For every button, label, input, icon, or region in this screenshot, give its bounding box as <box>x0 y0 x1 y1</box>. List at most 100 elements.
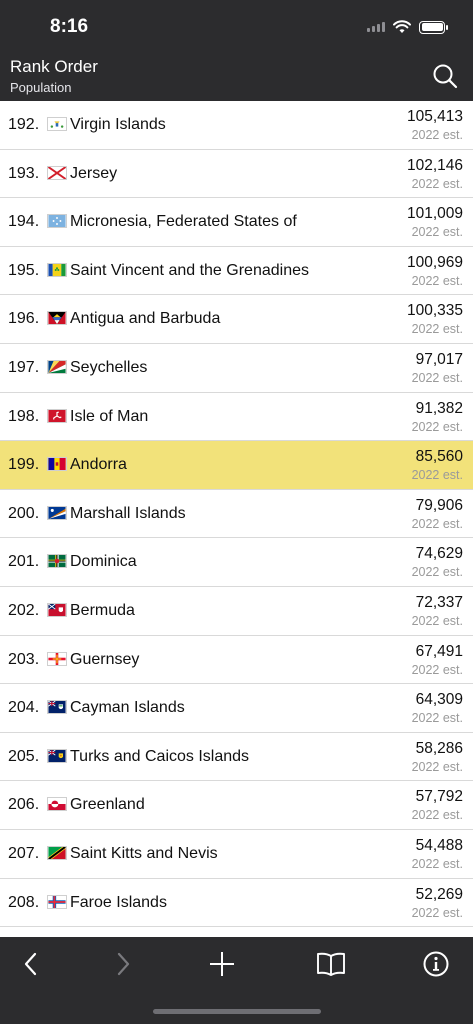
top-bar: 8:16 Rank Order Population <box>0 0 473 101</box>
rank-number: 207. <box>8 844 40 862</box>
estimate-label: 2022 est. <box>411 759 463 774</box>
signal-icon <box>367 22 385 32</box>
flag-antigua-icon <box>47 311 67 326</box>
estimate-label: 2022 est. <box>411 516 463 531</box>
estimate-label: 2022 est. <box>411 662 463 677</box>
flag-marshall-islands-icon <box>47 505 67 520</box>
list-item[interactable]: 208. Faroe Islands 52,269 2022 est. <box>0 879 473 928</box>
country-name: Micronesia, Federated States of <box>70 213 297 231</box>
population-value: 67,491 <box>415 642 463 660</box>
info-icon[interactable] <box>421 949 451 979</box>
country-name: Virgin Islands <box>70 116 166 133</box>
estimate-label: 2022 est. <box>411 322 463 337</box>
list-item[interactable]: 192. Virgin Islands 105,413 2022 est. <box>0 101 473 150</box>
chevron-right-icon[interactable] <box>108 949 138 979</box>
rank-number: 203. <box>8 650 40 668</box>
rank-number: 194. <box>8 213 40 231</box>
population-value: 102,146 <box>406 156 463 174</box>
estimate-label: 2022 est. <box>411 856 463 871</box>
estimate-label: 2022 est. <box>411 128 463 142</box>
rank-number: 200. <box>8 504 40 522</box>
estimate-label: 2022 est. <box>411 419 463 434</box>
list-item[interactable]: 203. Guernsey 67,491 2022 est. <box>0 636 473 685</box>
country-name: Saint Kitts and Nevis <box>70 844 218 862</box>
rank-number: 192. <box>8 116 40 133</box>
estimate-label: 2022 est. <box>411 225 463 240</box>
rank-number: 196. <box>8 310 40 328</box>
flag-virgin-islands-icon <box>47 117 67 131</box>
country-name: Bermuda <box>70 601 135 619</box>
population-value: 52,269 <box>415 885 463 903</box>
search-icon[interactable] <box>431 62 459 90</box>
country-name: Greenland <box>70 796 145 814</box>
population-value: 72,337 <box>415 593 463 611</box>
population-value: 57,792 <box>415 788 463 806</box>
rank-number: 208. <box>8 893 40 911</box>
flag-dominica-icon <box>47 554 67 569</box>
list-item[interactable]: 193. Jersey 102,146 2022 est. <box>0 150 473 199</box>
flag-guernsey-icon <box>47 651 67 666</box>
estimate-label: 2022 est. <box>411 273 463 288</box>
status-icons <box>367 18 448 36</box>
list-item[interactable]: 207. Saint Kitts and Nevis 54,488 2022 e… <box>0 830 473 879</box>
flag-andorra-icon <box>47 457 67 472</box>
estimate-label: 2022 est. <box>411 613 463 628</box>
rank-list: 192. Virgin Islands 105,413 2022 est. 19… <box>0 101 473 937</box>
list-item-highlighted[interactable]: 199. Andorra 85,560 2022 est. <box>0 441 473 490</box>
flag-turks-caicos-icon <box>47 748 67 763</box>
rank-number: 198. <box>8 407 40 425</box>
population-value: 85,560 <box>415 448 463 466</box>
rank-number: 197. <box>8 358 40 376</box>
country-name: Guernsey <box>70 650 140 668</box>
estimate-label: 2022 est. <box>411 176 463 191</box>
estimate-label: 2022 est. <box>411 370 463 385</box>
battery-icon <box>419 20 448 34</box>
population-value: 74,629 <box>415 545 463 563</box>
list-item[interactable]: 201. Dominica 74,629 2022 est. <box>0 538 473 587</box>
plus-icon[interactable] <box>207 949 237 979</box>
population-value: 58,286 <box>415 739 463 757</box>
list-item[interactable]: 196. Antigua and Barbuda 100,335 2022 es… <box>0 295 473 344</box>
country-name: Marshall Islands <box>70 504 186 522</box>
list-item[interactable]: 194. Micronesia, Federated States of 101… <box>0 198 473 247</box>
country-name: Turks and Caicos Islands <box>70 747 250 765</box>
list-item[interactable]: 204. Cayman Islands 64,309 2022 est. <box>0 684 473 733</box>
rank-number: 204. <box>8 699 40 717</box>
rank-number: 195. <box>8 261 40 279</box>
estimate-label: 2022 est. <box>411 905 463 920</box>
country-name: Andorra <box>70 456 127 474</box>
flag-micronesia-icon <box>47 214 67 229</box>
estimate-label: 2022 est. <box>411 808 463 823</box>
flag-bermuda-icon <box>47 602 67 617</box>
list-item[interactable]: 205. Turks and Caicos Islands 58,286 202… <box>0 733 473 782</box>
chevron-left-icon[interactable] <box>16 949 46 979</box>
country-name: Cayman Islands <box>70 699 185 717</box>
population-value: 101,009 <box>406 205 463 223</box>
list-item[interactable]: 198. Isle of Man 91,382 2022 est. <box>0 393 473 442</box>
population-value: 91,382 <box>415 399 463 417</box>
list-item[interactable]: 197. Seychelles 97,017 2022 est. <box>0 344 473 393</box>
flag-isle-of-man-icon <box>47 408 67 423</box>
estimate-label: 2022 est. <box>411 711 463 726</box>
flag-faroe-islands-icon <box>47 894 67 909</box>
population-value: 100,969 <box>406 253 463 271</box>
list-item[interactable]: 206. Greenland 57,792 2022 est. <box>0 781 473 830</box>
home-indicator <box>153 1009 321 1014</box>
population-value: 54,488 <box>415 836 463 854</box>
rank-number: 193. <box>8 164 40 182</box>
list-item[interactable]: 200. Marshall Islands 79,906 2022 est. <box>0 490 473 539</box>
page-subtitle: Population <box>10 80 72 95</box>
flag-greenland-icon <box>47 797 67 812</box>
country-name: Antigua and Barbuda <box>70 310 221 328</box>
flag-saint-kitts-icon <box>47 845 67 860</box>
country-name: Faroe Islands <box>70 893 167 911</box>
country-name: Isle of Man <box>70 407 149 425</box>
flag-jersey-icon <box>47 165 67 180</box>
population-value: 64,309 <box>415 691 463 709</box>
rank-number: 199. <box>8 456 40 474</box>
country-name: Dominica <box>70 553 137 571</box>
list-item[interactable]: 195. Saint Vincent and the Grenadines 10… <box>0 247 473 296</box>
book-icon[interactable] <box>316 949 346 979</box>
rank-number: 201. <box>8 553 40 571</box>
list-item[interactable]: 202. Bermuda 72,337 2022 est. <box>0 587 473 636</box>
